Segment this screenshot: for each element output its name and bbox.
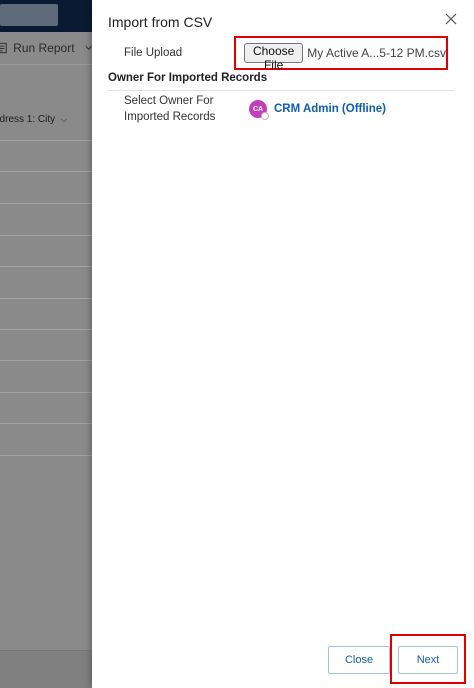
grid-row-divider <box>0 235 92 236</box>
grid-row-divider <box>0 171 92 172</box>
command-divider <box>0 64 92 65</box>
import-csv-dialog: Import from CSV File Upload Choose File … <box>92 0 474 688</box>
owner-lookup-value[interactable]: CA CRM Admin (Offline) <box>249 100 386 120</box>
column-header-city[interactable]: ddress 1: City ⌵ <box>0 114 86 134</box>
close-button[interactable]: Close <box>328 646 390 674</box>
close-icon[interactable] <box>444 12 458 26</box>
column-header-label: ddress 1: City <box>0 114 56 125</box>
choose-file-button[interactable]: Choose File <box>244 43 304 72</box>
run-report-command[interactable]: Run Report <box>0 34 92 62</box>
chevron-down-icon <box>85 45 92 51</box>
grid-row-divider <box>0 298 92 299</box>
grid-row-divider <box>0 329 92 330</box>
grid-row-divider <box>0 266 92 267</box>
select-owner-label-line2: Imported Records <box>124 111 216 123</box>
screen: Run Report ddress 1: City ⌵ Import from … <box>0 0 474 688</box>
background-app: Run Report ddress 1: City ⌵ <box>0 0 92 688</box>
grid-row-divider <box>0 140 92 141</box>
grid-row-divider <box>0 392 92 393</box>
grid-row-divider <box>0 360 92 361</box>
presence-status-icon <box>261 112 269 120</box>
file-upload-label: File Upload <box>124 47 183 59</box>
section-divider <box>108 90 454 91</box>
select-owner-label-line1: Select Owner For <box>124 95 214 107</box>
avatar: CA <box>249 100 269 120</box>
avatar-initials: CA <box>252 105 264 113</box>
next-button[interactable]: Next <box>398 646 458 674</box>
chevron-down-icon: ⌵ <box>60 115 67 124</box>
selected-file-name: My Active A...5-12 PM.csv <box>307 46 446 60</box>
run-report-label: Run Report <box>13 41 75 55</box>
app-bottom-bar <box>0 650 92 688</box>
app-top-bar <box>0 0 92 32</box>
run-report-icon <box>0 42 7 54</box>
dialog-title: Import from CSV <box>108 14 213 30</box>
owner-section-title: Owner For Imported Records <box>108 72 268 84</box>
app-search-box[interactable] <box>0 4 58 26</box>
grid-row-divider <box>0 455 92 456</box>
file-upload-field: Choose File My Active A...5-12 PM.csv <box>234 36 448 72</box>
grid-row-divider <box>0 423 92 424</box>
owner-name-link[interactable]: CRM Admin (Offline) <box>274 103 386 115</box>
grid-row-divider <box>0 203 92 204</box>
